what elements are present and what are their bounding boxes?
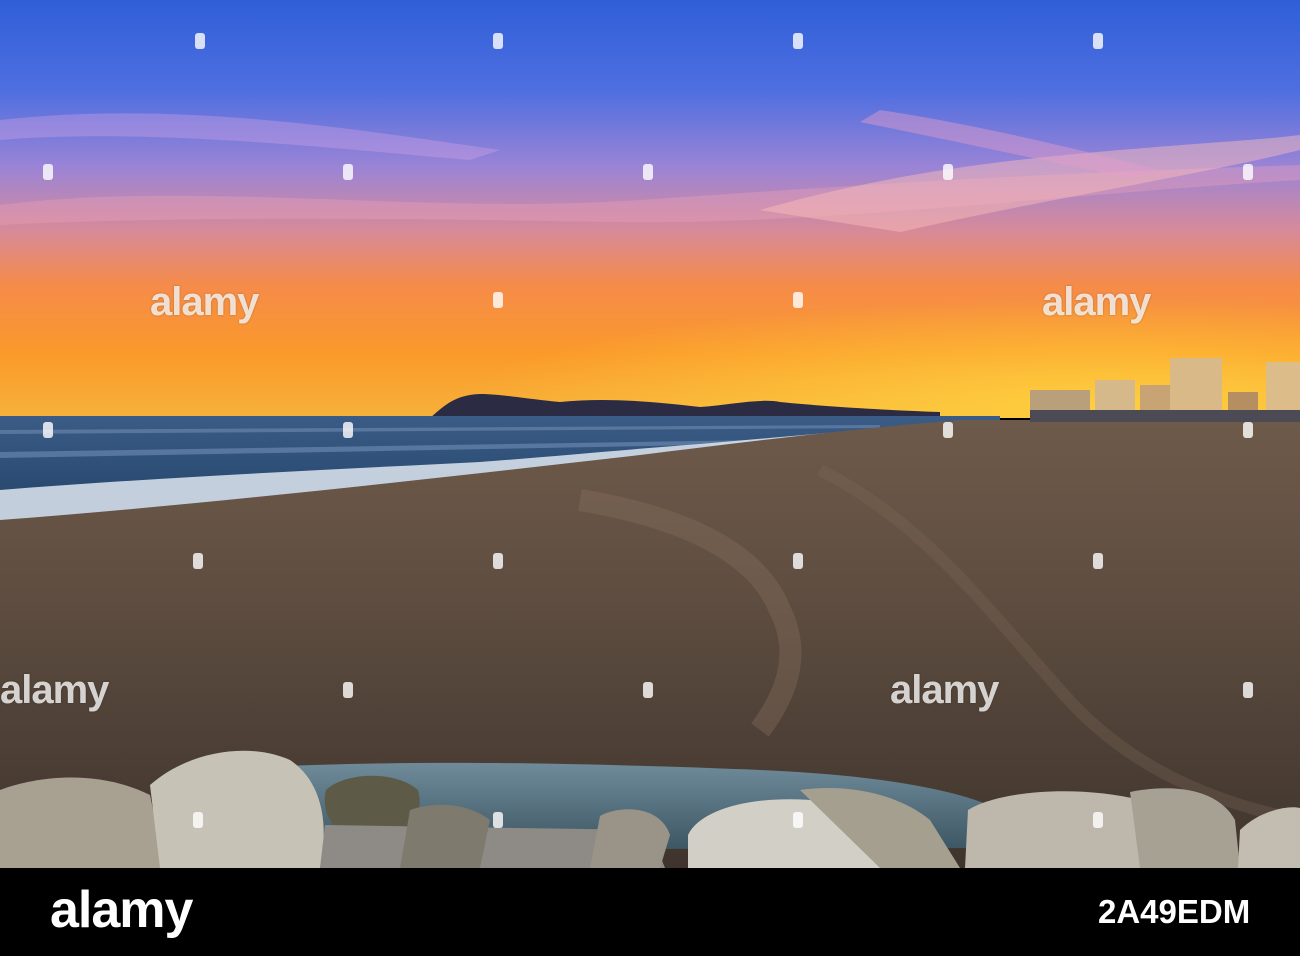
watermark-pin-icon xyxy=(793,292,803,308)
watermark-text: alamy xyxy=(890,668,999,712)
watermark-pin-icon xyxy=(643,682,653,698)
watermark-pin-icon xyxy=(1243,164,1253,180)
stock-photo-page: alamy alamy alamy alamy alamy 2A49EDM xyxy=(0,0,1300,956)
watermark-pin-icon xyxy=(793,553,803,569)
watermark-pin-icon xyxy=(493,812,503,828)
watermark-pin-icon xyxy=(643,164,653,180)
watermark-text: alamy xyxy=(150,280,259,324)
image-id: 2A49EDM xyxy=(1098,893,1251,930)
watermark-pin-icon xyxy=(493,33,503,49)
watermark-pin-icon xyxy=(943,164,953,180)
watermark-pin-icon xyxy=(1093,812,1103,828)
watermark-pin-icon xyxy=(43,422,53,438)
watermark-pin-icon xyxy=(493,553,503,569)
watermark-pin-icon xyxy=(193,812,203,828)
watermark-pin-icon xyxy=(1243,682,1253,698)
beach-sunset-photo xyxy=(0,0,1300,868)
watermark-pin-icon xyxy=(343,164,353,180)
watermark-pin-icon xyxy=(493,292,503,308)
watermark-text: alamy xyxy=(1042,280,1151,324)
watermark-pin-icon xyxy=(1243,422,1253,438)
watermark-pin-icon xyxy=(193,553,203,569)
watermark-pin-icon xyxy=(43,164,53,180)
watermark-text: alamy xyxy=(0,668,109,712)
watermark-pin-icon xyxy=(343,682,353,698)
watermark-pin-icon xyxy=(343,422,353,438)
watermark-pin-icon xyxy=(793,812,803,828)
watermark-pin-icon xyxy=(1093,33,1103,49)
watermark-pin-icon xyxy=(195,33,205,49)
watermark-pin-icon xyxy=(943,422,953,438)
watermark-pin-icon xyxy=(793,33,803,49)
alamy-logo: alamy xyxy=(50,881,193,939)
watermark-pin-icon xyxy=(1093,553,1103,569)
stock-footer-bar: alamy 2A49EDM xyxy=(0,868,1300,956)
